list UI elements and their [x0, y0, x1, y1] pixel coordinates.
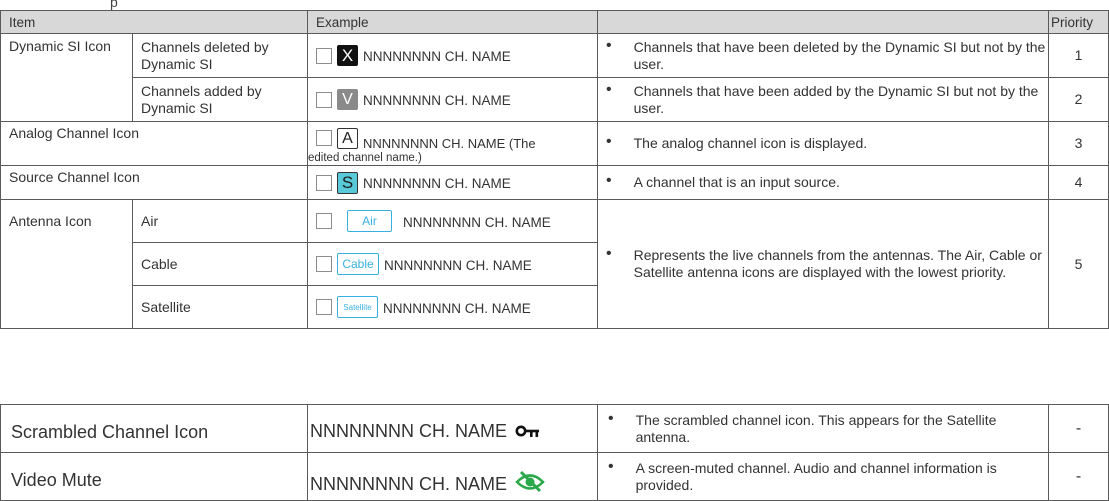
priority-value: 1 [1048, 33, 1109, 78]
channel-name: NNNNNNNN CH. NAME [310, 421, 507, 441]
checkbox [316, 299, 333, 315]
bullet: • [606, 133, 612, 150]
priority-value: 2 [1048, 77, 1109, 122]
source-item: Source Channel Icon [0, 165, 309, 200]
checkbox [316, 91, 333, 108]
satellite-antenna-icon: Satellite [337, 296, 379, 318]
air-antenna-icon: Air [347, 210, 393, 232]
channel-name: NNNNNNNN CH. NAME [310, 473, 507, 494]
air-example: Air NNNNNNNN CH. NAME [307, 199, 599, 243]
table-row: Antenna Icon Air Air NNNNNNNN CH. NAME •… [0, 199, 1109, 329]
video-mute-item: Video Mute [0, 452, 308, 501]
cable-sub-label: Cable [131, 242, 309, 286]
added-description: • Channels that have been added by the Dy… [597, 77, 1050, 122]
checkbox [316, 47, 333, 64]
table-row: Scrambled Channel Icon NNNNNNNN CH. NAME… [0, 404, 1109, 453]
priority-value: 5 [1048, 199, 1109, 329]
bullet: • [606, 245, 612, 262]
description-text: A screen-muted channel. Audio and channe… [635, 459, 997, 493]
source-channel-icon: S [337, 171, 359, 194]
antenna-description: • Represents the live channels from the a… [597, 199, 1050, 329]
channel-name-note: edited channel name.) [308, 151, 422, 164]
checkbox [316, 174, 333, 191]
channel-name: NNNNNNNN CH. NAME [363, 176, 511, 191]
analog-channel-icon: A [337, 127, 359, 149]
deleted-sub-label: Channels deleted by Dynamic SI [131, 33, 309, 78]
channel-name: NNNNNNNN CH. NAME [363, 93, 511, 108]
added-example: V NNNNNNNN CH. NAME [307, 77, 599, 122]
checkbox [316, 130, 333, 146]
deleted-example: X NNNNNNNN CH. NAME [307, 33, 599, 78]
section-title-fragment: p [110, 0, 118, 10]
channel-name: NNNNNNNN CH. NAME [384, 257, 532, 273]
priority-value: - [1048, 452, 1109, 501]
eye-slash-icon [515, 470, 545, 492]
air-sub-label: Air [131, 199, 309, 243]
video-mute-example: NNNNNNNN CH. NAME [307, 452, 598, 501]
cable-antenna-icon: Cable [337, 253, 380, 275]
channel-name: NNNNNNNN CH. NAME [363, 49, 511, 64]
antenna-item-cont [0, 242, 133, 286]
key-icon [515, 425, 539, 437]
description-text: Channels that have been deleted by the D… [633, 38, 1046, 72]
description-text: Represents the live channels from the an… [633, 247, 1042, 280]
analog-description: • The analog channel icon is displayed. [597, 121, 1050, 166]
status-icon-table: Scrambled Channel Icon NNNNNNNN CH. NAME… [0, 404, 1109, 501]
analog-item: Analog Channel Icon [0, 121, 309, 166]
description-text: Channels that have been added by the Dyn… [633, 82, 1039, 116]
header-item: Item [0, 10, 309, 34]
antenna-item: Antenna Icon [0, 199, 133, 243]
bullet: • [606, 172, 612, 189]
priority-value: 4 [1048, 165, 1109, 200]
priority-value: - [1048, 404, 1109, 453]
cable-example: Cable NNNNNNNN CH. NAME [307, 242, 599, 286]
bullet: • [606, 36, 612, 54]
checkbox [316, 213, 333, 229]
table-row: Channels added by Dynamic SI V NNNNNNNN … [1, 77, 1109, 122]
dynamic-si-item: Dynamic SI Icon [0, 33, 133, 122]
channel-icon-table: Item Example Priority Dynamic SI Icon Ch… [0, 10, 1109, 329]
table-row: Video Mute NNNNNNNN CH. NAME • A screen-m… [0, 452, 1109, 501]
source-example: S NNNNNNNN CH. NAME [307, 165, 599, 200]
satellite-example: Satellite NNNNNNNN CH. NAME [307, 285, 599, 329]
source-description: • A channel that is an input source. [597, 165, 1050, 200]
video-mute-description: • A screen-muted channel. Audio and chann… [597, 452, 1049, 501]
deleted-channel-icon: X [337, 45, 359, 66]
scrambled-example: NNNNNNNN CH. NAME [307, 404, 598, 453]
satellite-sub-label: Satellite [131, 285, 309, 329]
table-row: Analog Channel Icon A NNNNNNNN CH. NAME … [0, 121, 1109, 166]
analog-example: A NNNNNNNN CH. NAME (The edited channel … [307, 121, 599, 166]
description-text: The scrambled channel icon. This appears… [635, 411, 997, 445]
scrambled-item: Scrambled Channel Icon [0, 404, 308, 453]
added-channel-icon: V [337, 89, 359, 110]
channel-name: NNNNNNNN CH. NAME [403, 214, 551, 230]
checkbox [316, 256, 333, 272]
bullet: • [606, 80, 612, 98]
added-sub-label: Channels added by Dynamic SI [131, 77, 309, 122]
header-priority: Priority [1048, 10, 1109, 34]
description-text: The analog channel icon is displayed. [633, 135, 868, 151]
bullet: • [608, 409, 614, 427]
scrambled-description: • The scrambled channel icon. This appear… [597, 404, 1049, 453]
table-row: Source Channel Icon S NNNNNNNN CH. NAME … [0, 165, 1109, 200]
channel-name: NNNNNNNN CH. NAME [383, 300, 531, 316]
table-header-row: Item Example Priority [0, 10, 1109, 34]
antenna-item-cont [0, 285, 133, 329]
priority-value: 3 [1048, 121, 1109, 166]
deleted-description: • Channels that have been deleted by the … [597, 33, 1050, 78]
bullet: • [608, 457, 614, 475]
channel-name: NNNNNNNN CH. NAME (The [363, 135, 536, 151]
table-row: Dynamic SI Icon Channels deleted by Dyna… [0, 33, 1109, 122]
header-example: Example [307, 10, 599, 34]
header-description [597, 10, 1050, 34]
description-text: A channel that is an input source. [633, 174, 840, 190]
